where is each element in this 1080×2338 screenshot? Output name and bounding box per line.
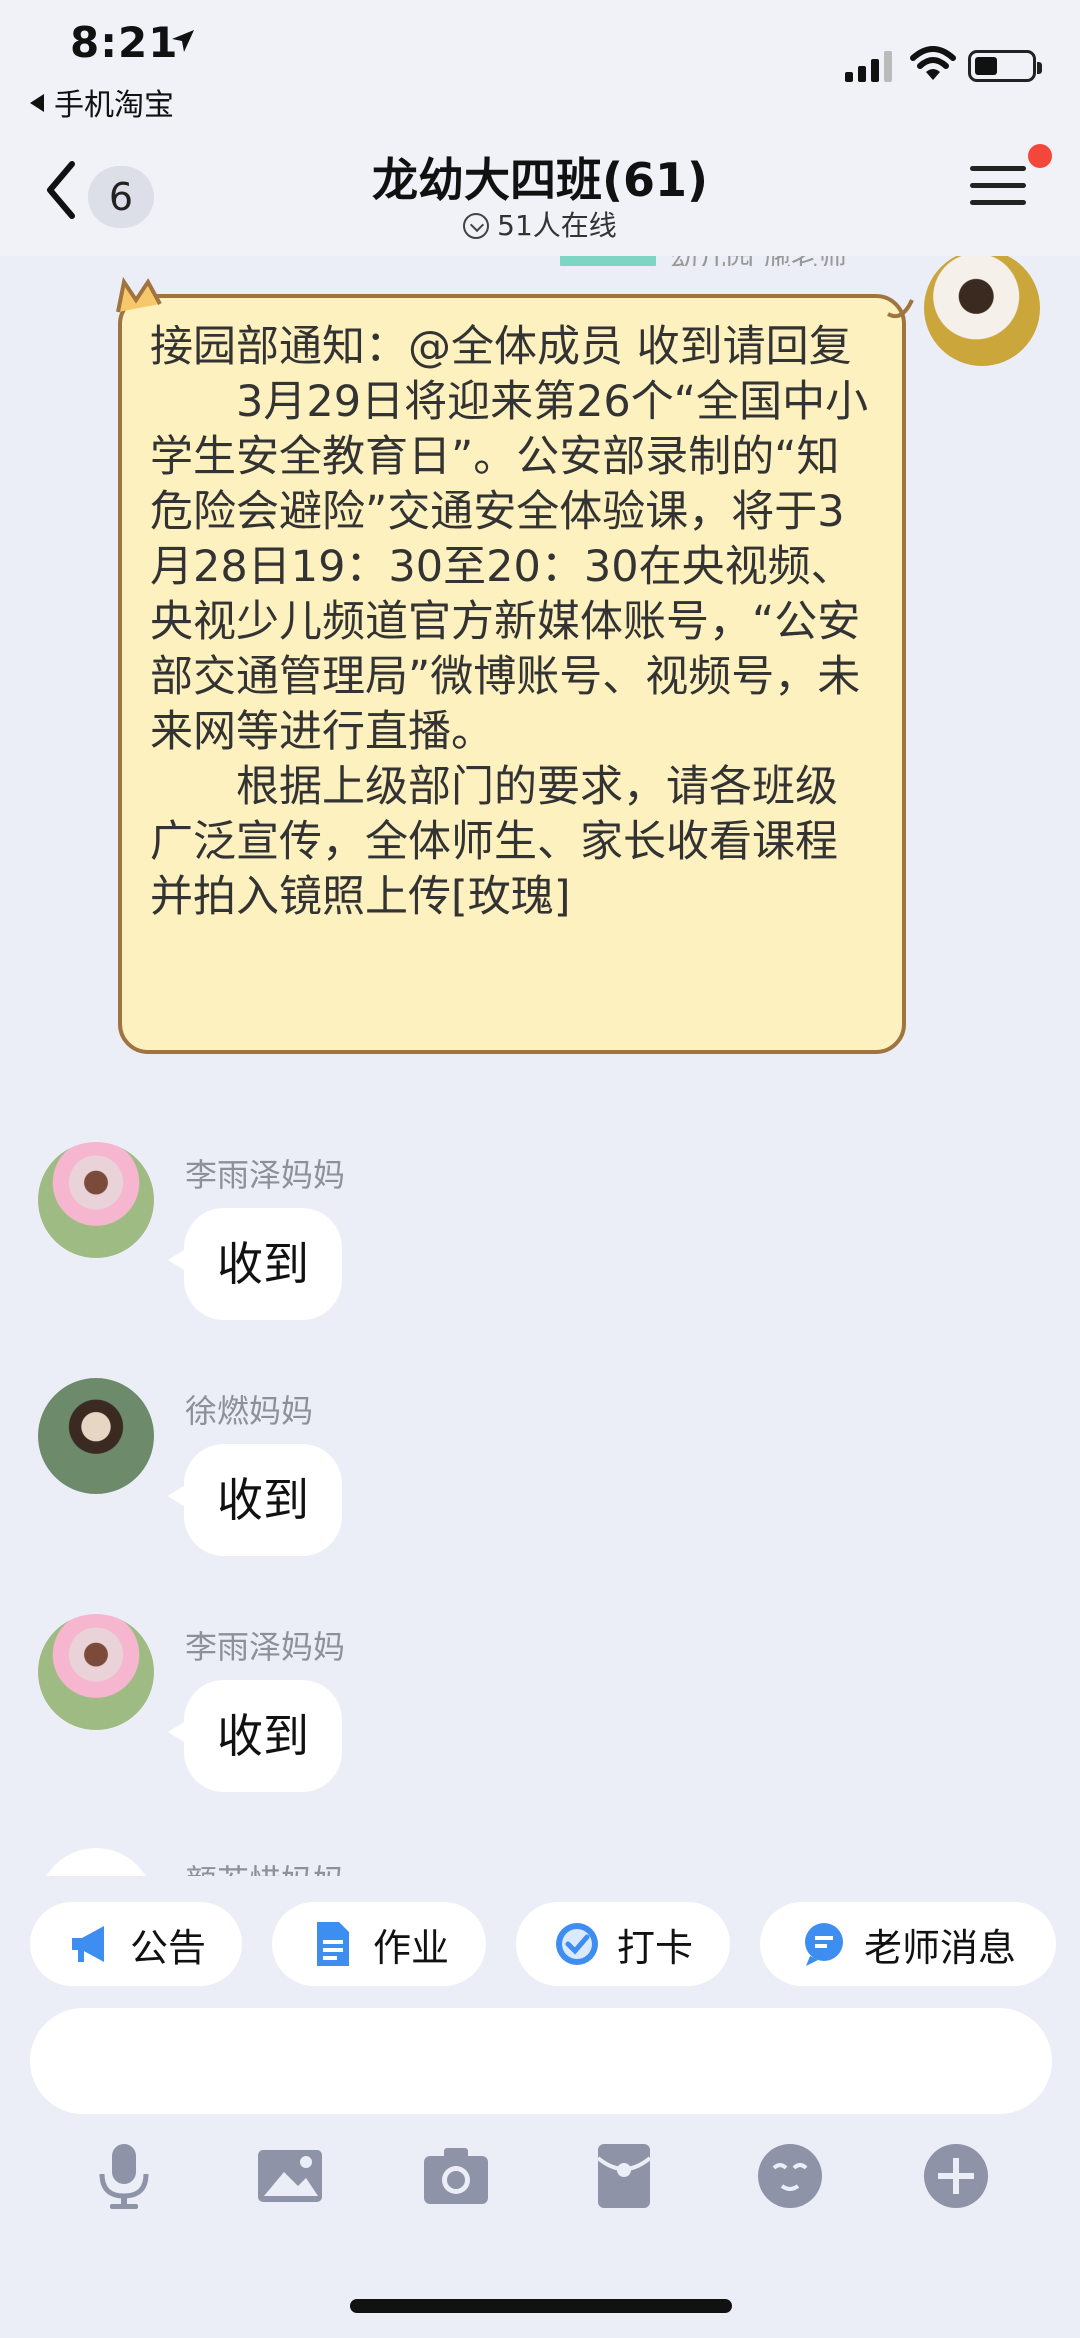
- notice-message-bubble[interactable]: 接园部通知：@全体成员 收到请回复 3月29日将迎来第26个“全国中小学生安全教…: [116, 276, 914, 1054]
- chat-header: 6 龙幼大四班(61) 51人在线: [0, 128, 1080, 256]
- sender-name: 徐燃妈妈: [185, 1392, 314, 1430]
- teacher-chat-icon: [804, 1923, 843, 1966]
- back-to-app-link[interactable]: 手机淘宝: [30, 80, 174, 124]
- plus-icon[interactable]: [920, 2140, 992, 2212]
- red-packet-icon[interactable]: [588, 2140, 660, 2212]
- back-triangle-icon: [30, 94, 44, 112]
- notice-text: 接园部通知：@全体成员 收到请回复 3月29日将迎来第26个“全国中小学生安全教…: [150, 322, 869, 922]
- message-bubble[interactable]: 收到: [168, 1208, 342, 1320]
- status-time: 8:21: [70, 18, 179, 67]
- homework-button[interactable]: 作业: [272, 1902, 486, 1986]
- signal-icon: [845, 51, 892, 82]
- cat-ear-decoration-icon: [116, 276, 162, 313]
- check-circle-icon: [555, 1923, 598, 1965]
- avatar[interactable]: [924, 256, 1040, 366]
- status-bar: 8:21 手机淘宝: [0, 0, 1080, 128]
- homework-button-label: 作业: [372, 1925, 449, 1970]
- teacher-message-button-label: 老师消息: [863, 1925, 1016, 1970]
- avatar[interactable]: [38, 1614, 154, 1730]
- online-count[interactable]: 51人在线: [0, 204, 1080, 244]
- notice-button-label: 公告: [129, 1925, 206, 1970]
- emoji-icon[interactable]: [754, 2140, 826, 2212]
- notification-dot: [1028, 144, 1052, 168]
- online-count-label: 51人在线: [497, 209, 617, 242]
- location-arrow-icon: [172, 30, 194, 52]
- sender-role-tag: [560, 256, 656, 266]
- checkin-button-label: 打卡: [616, 1925, 693, 1970]
- avatar[interactable]: [38, 1142, 154, 1258]
- cat-tail-decoration-icon: [887, 299, 914, 319]
- avatar[interactable]: [38, 1378, 154, 1494]
- message-bubble[interactable]: 收到: [168, 1680, 342, 1792]
- menu-button[interactable]: [970, 166, 1026, 216]
- megaphone-icon: [71, 1926, 104, 1962]
- sender-name: 李雨泽妈妈: [185, 1156, 346, 1194]
- sender-name: 颜若惜妈妈: [185, 1856, 345, 1876]
- teacher-message-button[interactable]: 老师消息: [760, 1902, 1056, 1986]
- chat-messages[interactable]: 幼儿园 施老师 接园部通知：@全体成员 收到请回复 3月29日将迎来第26个“全…: [0, 256, 1080, 1876]
- sender-name: 李雨泽妈妈: [185, 1628, 346, 1666]
- partial-sender-label: 幼儿园 施老师: [670, 256, 847, 266]
- microphone-icon[interactable]: [88, 2140, 160, 2212]
- notice-button[interactable]: 公告: [30, 1902, 242, 1986]
- document-icon: [316, 1922, 349, 1966]
- message-input[interactable]: [30, 2008, 1052, 2114]
- avatar[interactable]: [38, 1848, 154, 1876]
- checkin-button[interactable]: 打卡: [516, 1902, 730, 1986]
- message-row: 徐燃妈妈 收到: [0, 1378, 1080, 1578]
- partial-sender: 幼儿园 施老师: [560, 256, 900, 266]
- battery-icon: [968, 50, 1042, 82]
- message-bubble[interactable]: 收到: [168, 1444, 342, 1556]
- message-row: 李雨泽妈妈 收到: [0, 1142, 1080, 1342]
- camera-icon[interactable]: [420, 2140, 492, 2212]
- quick-actions-bar: 公告 作业 打卡 老师消息: [0, 1876, 1080, 1996]
- back-app-label: 手机淘宝: [54, 88, 174, 123]
- expand-chevron-icon: [463, 213, 490, 239]
- input-toolbar: [0, 2126, 1080, 2236]
- home-indicator: [350, 2299, 732, 2313]
- image-icon[interactable]: [254, 2140, 326, 2212]
- message-row: 颜若惜妈妈: [0, 1848, 1080, 1876]
- group-title[interactable]: 龙幼大四班(61): [0, 144, 1080, 210]
- wifi-icon: [910, 46, 956, 80]
- message-row: 李雨泽妈妈 收到: [0, 1614, 1080, 1814]
